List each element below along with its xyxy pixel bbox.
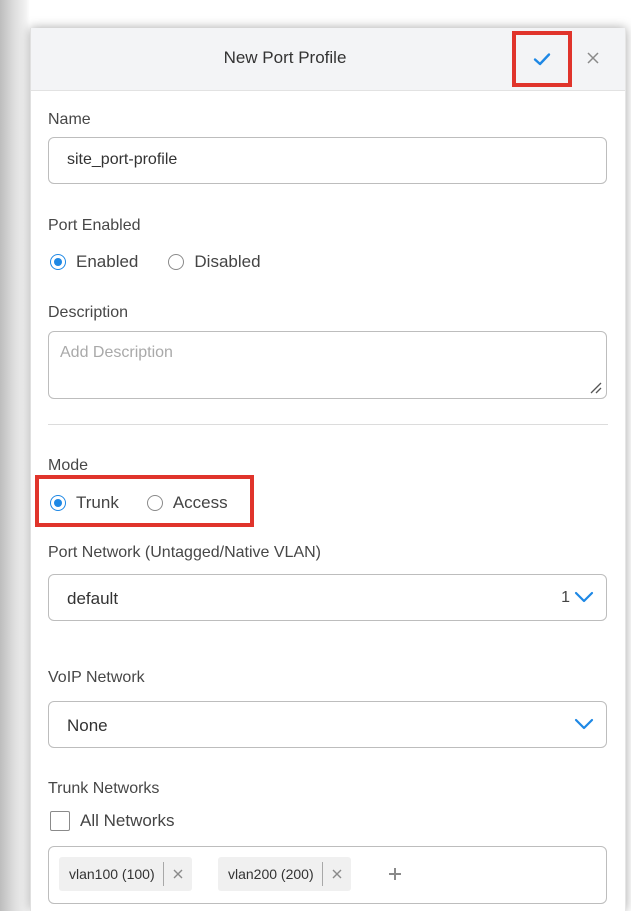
- description-label: Description: [48, 304, 129, 321]
- radio-selected-icon: [50, 254, 66, 270]
- trunk-networks-tag-input[interactable]: vlan100 (100) vlan200 (200): [48, 846, 607, 904]
- name-value: site_port-profile: [67, 151, 178, 168]
- mode-radio-group: Trunk Access: [50, 493, 228, 513]
- close-icon: [173, 869, 183, 879]
- description-placeholder: Add Description: [60, 344, 173, 361]
- radio-label-trunk: Trunk: [76, 493, 119, 512]
- port-enabled-radio-enabled[interactable]: Enabled: [50, 252, 138, 272]
- port-network-count: 1: [561, 589, 570, 606]
- chevron-down-icon: [574, 718, 594, 730]
- network-tag: vlan200 (200): [218, 857, 351, 891]
- radio-label-disabled: Disabled: [194, 252, 261, 271]
- port-network-value: default: [67, 589, 119, 608]
- mode-radio-trunk[interactable]: Trunk: [50, 493, 119, 513]
- radio-unselected-icon: [146, 495, 163, 511]
- remove-tag-button[interactable]: [164, 869, 192, 879]
- port-network-label: Port Network (Untagged/Native VLAN): [48, 544, 321, 561]
- name-label: Name: [48, 111, 91, 128]
- remove-tag-button[interactable]: [323, 869, 351, 879]
- close-icon: [332, 869, 342, 879]
- mode-radio-access[interactable]: Access: [146, 493, 228, 513]
- add-network-plus-icon[interactable]: [385, 864, 405, 884]
- mode-label: Mode: [48, 457, 89, 474]
- tag-label: vlan100 (100): [69, 866, 155, 882]
- dialog-title: New Port Profile: [223, 48, 347, 67]
- radio-label-access: Access: [172, 493, 228, 512]
- radio-unselected-icon: [168, 254, 185, 270]
- all-networks-checkbox-row[interactable]: All Networks: [50, 811, 174, 831]
- section-divider: [48, 424, 608, 425]
- dialog-header: New Port Profile: [31, 28, 625, 91]
- radio-selected-icon: [50, 495, 66, 511]
- voip-network-label: VoIP Network: [48, 669, 145, 686]
- save-button[interactable]: [512, 31, 572, 87]
- port-enabled-label: Port Enabled: [48, 217, 141, 234]
- description-textarea[interactable]: Add Description: [48, 331, 607, 399]
- close-button[interactable]: [583, 48, 603, 68]
- port-enabled-radio-group: Enabled Disabled: [50, 252, 261, 272]
- name-input[interactable]: site_port-profile: [48, 137, 607, 184]
- trunk-networks-label: Trunk Networks: [48, 780, 160, 797]
- all-networks-checkbox[interactable]: [50, 811, 70, 831]
- close-icon: [587, 52, 599, 64]
- tag-label: vlan200 (200): [228, 866, 314, 882]
- port-enabled-radio-disabled[interactable]: Disabled: [168, 252, 261, 272]
- new-port-profile-dialog: New Port Profile Name site_port-profile …: [30, 28, 626, 911]
- port-network-select[interactable]: default 1: [48, 574, 607, 621]
- all-networks-label: All Networks: [80, 811, 175, 830]
- network-tag: vlan100 (100): [59, 857, 192, 891]
- chevron-down-icon: [574, 591, 594, 603]
- voip-network-select[interactable]: None: [48, 701, 607, 748]
- resize-grip-icon[interactable]: [588, 380, 602, 394]
- voip-network-value: None: [67, 716, 108, 735]
- check-icon: [533, 53, 551, 66]
- radio-label-enabled: Enabled: [76, 252, 139, 271]
